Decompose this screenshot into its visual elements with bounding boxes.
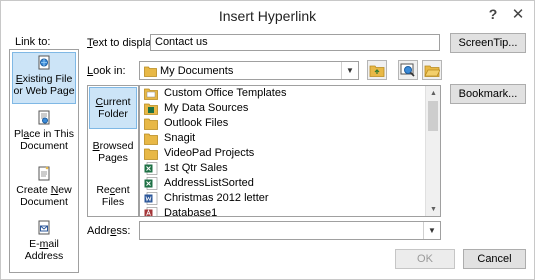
excel-file-icon bbox=[144, 177, 158, 190]
folder-icon bbox=[144, 88, 158, 100]
folder-icon bbox=[144, 118, 158, 130]
access-file-icon bbox=[144, 207, 158, 216]
data-source-folder-icon bbox=[144, 103, 158, 115]
email-icon bbox=[38, 220, 50, 235]
address-input[interactable]: ▼ bbox=[139, 221, 441, 240]
look-in-label: Look in: bbox=[87, 65, 126, 77]
list-item[interactable]: Custom Office Templates bbox=[140, 86, 426, 101]
scroll-down-icon[interactable]: ▼ bbox=[426, 202, 440, 216]
word-file-icon bbox=[144, 192, 158, 205]
folder-icon bbox=[144, 133, 158, 145]
list-item[interactable]: Snagit bbox=[140, 131, 426, 146]
tab-current-folder[interactable]: Current Folder bbox=[89, 87, 137, 129]
list-item[interactable]: AddressListSorted bbox=[140, 176, 426, 191]
existing-file-icon bbox=[38, 55, 50, 70]
bookmark-button[interactable]: Bookmark... bbox=[450, 84, 526, 104]
list-item[interactable]: Database1 bbox=[140, 206, 426, 216]
insert-hyperlink-dialog: Insert Hyperlink ? ✕ Link to: Existing F… bbox=[0, 0, 535, 280]
tab-browsed-pages[interactable]: Browsed Pages bbox=[89, 136, 137, 172]
look-in-dropdown[interactable]: My Documents ▼ bbox=[139, 61, 359, 80]
chevron-down-icon[interactable]: ▼ bbox=[341, 62, 358, 79]
title-bar: Insert Hyperlink ? ✕ bbox=[1, 1, 534, 31]
scroll-thumb[interactable] bbox=[428, 101, 438, 131]
open-folder-icon bbox=[424, 65, 440, 77]
up-folder-icon bbox=[369, 65, 385, 77]
link-to-new-document[interactable]: Create New Document bbox=[12, 164, 76, 216]
tab-recent-files[interactable]: Recent Files bbox=[89, 180, 137, 216]
screentip-button[interactable]: ScreenTip... bbox=[450, 33, 526, 53]
up-one-folder-button[interactable] bbox=[367, 60, 387, 80]
list-item[interactable]: Christmas 2012 letter bbox=[140, 191, 426, 206]
list-item[interactable]: 1st Qtr Sales bbox=[140, 161, 426, 176]
list-item[interactable]: My Data Sources bbox=[140, 101, 426, 116]
place-in-document-icon bbox=[38, 110, 50, 125]
folder-icon bbox=[144, 66, 157, 77]
folder-icon bbox=[144, 148, 158, 160]
cancel-button[interactable]: Cancel bbox=[463, 249, 526, 269]
link-to-email-address[interactable]: E-mail Address bbox=[12, 218, 76, 270]
help-button[interactable]: ? bbox=[482, 4, 504, 24]
text-to-display-input[interactable]: Contact us bbox=[150, 34, 440, 51]
link-to-panel: Existing File or Web Page Place in This … bbox=[9, 49, 79, 273]
chevron-down-icon[interactable]: ▼ bbox=[423, 222, 440, 239]
scroll-up-icon[interactable]: ▲ bbox=[426, 86, 440, 100]
file-source-tabs: Current Folder Browsed Pages Recent File… bbox=[87, 85, 139, 217]
look-in-value: My Documents bbox=[160, 65, 234, 77]
link-to-place-in-document[interactable]: Place in This Document bbox=[12, 108, 76, 160]
vertical-scrollbar[interactable]: ▲ ▼ bbox=[425, 86, 440, 216]
text-to-display-label: Text to display: bbox=[87, 37, 160, 49]
browse-web-icon bbox=[400, 63, 415, 77]
address-label: Address: bbox=[87, 225, 131, 237]
list-item[interactable]: VideoPad Projects bbox=[140, 146, 426, 161]
list-item[interactable]: Outlook Files bbox=[140, 116, 426, 131]
browse-web-button[interactable] bbox=[398, 60, 418, 80]
file-list[interactable]: Custom Office Templates My Data Sources … bbox=[139, 85, 441, 217]
link-to-existing-file[interactable]: Existing File or Web Page bbox=[12, 52, 76, 104]
excel-file-icon bbox=[144, 162, 158, 175]
browse-file-button[interactable] bbox=[422, 60, 442, 80]
ok-button[interactable]: OK bbox=[395, 249, 455, 269]
link-to-label: Link to: bbox=[15, 36, 51, 48]
dialog-title: Insert Hyperlink bbox=[218, 8, 317, 24]
new-document-icon bbox=[38, 166, 50, 181]
close-button[interactable]: ✕ bbox=[507, 4, 529, 24]
